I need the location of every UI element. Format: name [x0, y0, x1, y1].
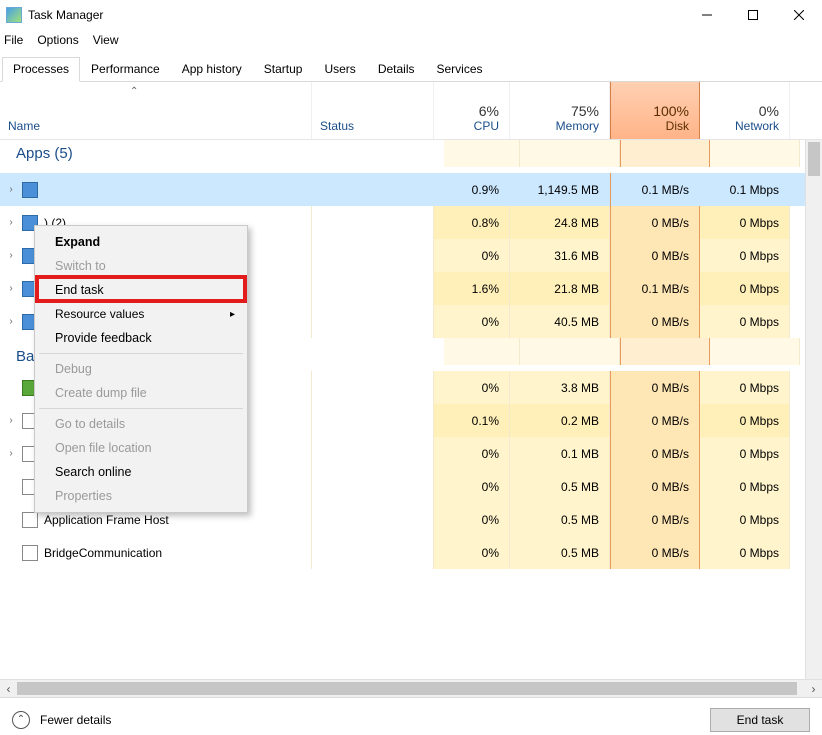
- ctx-expand[interactable]: Expand: [37, 230, 245, 254]
- tab-processes[interactable]: Processes: [2, 57, 80, 82]
- menu-file[interactable]: File: [4, 33, 23, 47]
- expand-icon[interactable]: ›: [6, 283, 16, 294]
- ctx-properties: Properties: [37, 484, 245, 508]
- expand-icon[interactable]: ›: [6, 316, 16, 327]
- process-row[interactable]: ›BridgeCommunication 0% 0.5 MB 0 MB/s 0 …: [0, 536, 822, 569]
- expand-icon[interactable]: ›: [6, 250, 16, 261]
- ctx-separator: [39, 353, 243, 354]
- expand-icon[interactable]: ›: [6, 184, 16, 195]
- expand-icon[interactable]: ›: [6, 217, 16, 228]
- ctx-provide-feedback[interactable]: Provide feedback: [37, 326, 245, 350]
- ctx-create-dump: Create dump file: [37, 381, 245, 405]
- app-icon: [22, 545, 38, 561]
- horizontal-scrollbar[interactable]: ‹ ›: [0, 679, 822, 697]
- menu-options[interactable]: Options: [37, 33, 78, 47]
- scroll-right-icon[interactable]: ›: [805, 680, 822, 697]
- header-disk[interactable]: 100% Disk: [610, 82, 700, 139]
- header-cpu[interactable]: 6% CPU: [434, 82, 510, 139]
- tab-users[interactable]: Users: [313, 57, 366, 82]
- window-controls: [684, 0, 822, 30]
- header-memory[interactable]: 75% Memory: [510, 82, 610, 139]
- expand-icon[interactable]: ›: [6, 415, 16, 426]
- fewer-details-label[interactable]: Fewer details: [40, 713, 111, 727]
- vertical-scrollbar[interactable]: [805, 140, 822, 679]
- title-bar: Task Manager: [0, 0, 822, 30]
- minimize-button[interactable]: [684, 0, 730, 30]
- context-menu: Expand Switch to End task Resource value…: [34, 225, 248, 513]
- header-network[interactable]: 0% Network: [700, 82, 790, 139]
- fewer-details-icon[interactable]: ⌃: [12, 711, 30, 729]
- ctx-resource-values[interactable]: Resource values▸: [37, 302, 245, 326]
- app-icon: [22, 182, 38, 198]
- ctx-switch-to: Switch to: [37, 254, 245, 278]
- app-icon: [6, 7, 22, 23]
- app-icon: [22, 512, 38, 528]
- tab-details[interactable]: Details: [367, 57, 426, 82]
- end-task-button[interactable]: End task: [710, 708, 810, 732]
- tab-services[interactable]: Services: [426, 57, 494, 82]
- group-apps[interactable]: Apps (5): [0, 140, 822, 173]
- ctx-search-online[interactable]: Search online: [37, 460, 245, 484]
- scroll-left-icon[interactable]: ‹: [0, 680, 17, 697]
- column-headers: ⌃ Name Status 6% CPU 75% Memory 100% Dis…: [0, 82, 822, 140]
- ctx-debug: Debug: [37, 357, 245, 381]
- scrollbar-thumb[interactable]: [808, 142, 820, 176]
- ctx-go-to-details: Go to details: [37, 412, 245, 436]
- menu-view[interactable]: View: [93, 33, 119, 47]
- tab-performance[interactable]: Performance: [80, 57, 171, 82]
- maximize-button[interactable]: [730, 0, 776, 30]
- ctx-separator: [39, 408, 243, 409]
- ctx-end-task[interactable]: End task: [37, 278, 245, 302]
- menu-bar: File Options View: [0, 30, 822, 50]
- chevron-right-icon: ▸: [230, 309, 235, 320]
- close-button[interactable]: [776, 0, 822, 30]
- window-title: Task Manager: [28, 8, 103, 22]
- tab-app-history[interactable]: App history: [171, 57, 253, 82]
- header-status[interactable]: Status: [312, 82, 434, 139]
- scrollbar-thumb[interactable]: [17, 682, 797, 695]
- sort-caret-icon: ⌃: [130, 86, 138, 97]
- footer: ⌃ Fewer details End task: [0, 697, 822, 735]
- expand-icon[interactable]: ›: [6, 448, 16, 459]
- header-name[interactable]: Name: [0, 82, 312, 139]
- tab-strip: Processes Performance App history Startu…: [0, 56, 822, 82]
- process-row[interactable]: › 0.9% 1,149.5 MB 0.1 MB/s 0.1 Mbps: [0, 173, 822, 206]
- ctx-open-file-location: Open file location: [37, 436, 245, 460]
- tab-startup[interactable]: Startup: [253, 57, 314, 82]
